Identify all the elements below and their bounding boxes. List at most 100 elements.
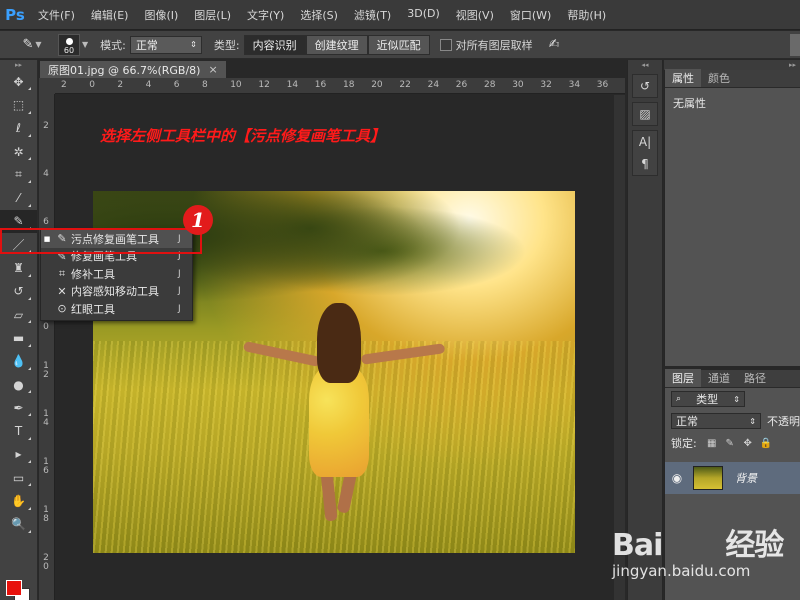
brush-picker-arrow-icon[interactable]: ▼ <box>82 40 88 49</box>
horizontal-ruler[interactable]: 2 0 2 4 6 8 10 12 14 16 18 20 22 24 26 28 30 32 34 36 <box>55 78 625 94</box>
layers-tabs: 图层 通道 路径 <box>665 369 800 388</box>
spot-healing-icon: ✎ <box>13 214 24 229</box>
layer-filter-select[interactable]: ⌕ 类型 ⇕ <box>671 391 745 407</box>
panel-tab[interactable]: 图层 <box>665 369 701 387</box>
brush-picker[interactable]: 60 <box>58 33 80 56</box>
flyout-item-shortcut: J <box>178 268 181 279</box>
lock-position-icon[interactable]: ✥ <box>739 438 757 449</box>
select-arrows-icon: ⇕ <box>190 40 197 49</box>
menu-item[interactable]: 图像(I) <box>136 7 186 23</box>
move-tool[interactable]: ✥ <box>0 70 37 93</box>
menu-item[interactable]: 编辑(E) <box>83 7 137 23</box>
ruler-v-label: 16 <box>42 458 50 476</box>
ruler-v-digit: 4 <box>43 169 49 179</box>
lock-paint-icon[interactable]: ✎ <box>721 438 739 449</box>
search-icon: ⌕ <box>676 394 682 404</box>
ruler-v-label: 18 <box>42 506 50 524</box>
type-button[interactable]: 内容识别 <box>243 34 306 55</box>
panel-tab[interactable]: 路径 <box>737 369 773 387</box>
tools-panel: ▸▸ ✥ ⬚ ℓ ✲ ⌗ ⁄ ✎ ／ ♜ ↺ ▱ ▬ 💧 ● ✒ T ▸ ▭ ✋ 🔍 <box>0 60 38 600</box>
layer-filter-value: 类型 <box>696 393 719 406</box>
lasso-tool[interactable]: ℓ <box>0 117 37 140</box>
workspace-switcher[interactable] <box>790 34 800 56</box>
eraser-tool[interactable]: ▱ <box>0 303 37 326</box>
close-icon[interactable]: × <box>208 63 217 76</box>
ruler-h-label: 28 <box>484 80 496 90</box>
tool-group-corner-icon <box>28 110 31 114</box>
magic-wand-tool[interactable]: ✲ <box>0 140 37 163</box>
foreground-color-swatch[interactable] <box>6 580 22 596</box>
type-button[interactable]: 近似匹配 <box>367 34 430 55</box>
ruler-v-digit: 2 <box>43 121 49 131</box>
gradient-tool[interactable]: ▬ <box>0 326 37 349</box>
ruler-v-label: 20 <box>42 554 50 572</box>
panel-tab[interactable]: 颜色 <box>701 69 737 87</box>
layer-row-background[interactable]: ◉ 背景 <box>665 462 800 494</box>
flyout-item-shortcut: J <box>178 303 181 314</box>
menu-item[interactable]: 帮助(H) <box>559 7 614 23</box>
panel-tab[interactable]: 通道 <box>701 369 737 387</box>
dodge-tool[interactable]: ● <box>0 373 37 396</box>
menu-item[interactable]: 文字(Y) <box>239 7 292 23</box>
menu-item[interactable]: 文件(F) <box>30 7 83 23</box>
shape-tool[interactable]: ▭ <box>0 466 37 489</box>
hand-tool[interactable]: ✋ <box>0 489 37 512</box>
panel-grip-icon[interactable]: ▸▸ <box>0 60 37 70</box>
tool-group-corner-icon <box>28 413 31 417</box>
flyout-item[interactable]: ⌗ 修补工具 J <box>41 265 192 283</box>
menu-item[interactable]: 选择(S) <box>292 7 346 23</box>
menu-item[interactable]: 3D(D) <box>399 7 448 23</box>
pressure-size-icon[interactable]: ✍ <box>549 37 560 52</box>
type-buttons: 内容识别 创建纹理 近似匹配 <box>243 34 430 55</box>
patch-icon: ⌗ <box>58 266 66 280</box>
ruler-h-label: 32 <box>540 80 552 90</box>
type-button[interactable]: 创建纹理 <box>305 34 368 55</box>
zoom-tool[interactable]: 🔍 <box>0 513 37 536</box>
blur-tool[interactable]: 💧 <box>0 350 37 373</box>
marquee-tool[interactable]: ⬚ <box>0 93 37 116</box>
ruler-h-label: 8 <box>202 80 208 90</box>
ruler-h-label: 34 <box>568 80 581 90</box>
type-tool[interactable]: T <box>0 419 37 442</box>
ruler-h-label: 20 <box>371 80 383 90</box>
move-icon: ✥ <box>13 74 24 89</box>
document-tab[interactable]: 原图01.jpg @ 66.7%(RGB/8) × <box>40 61 226 78</box>
properties-body: 无属性 <box>673 97 706 110</box>
panel-tab[interactable]: 属性 <box>665 69 701 87</box>
path-selection-tool[interactable]: ▸ <box>0 443 37 466</box>
tool-preset-picker[interactable]: ✎ ▼ <box>20 34 44 56</box>
lock-all-icon[interactable]: 🔒 <box>757 438 775 449</box>
menu-item[interactable]: 窗口(W) <box>502 7 559 23</box>
menu-item[interactable]: 图层(L) <box>186 7 239 23</box>
eyedropper-tool[interactable]: ⁄ <box>0 186 37 209</box>
hand-icon: ✋ <box>11 493 26 508</box>
mode-select[interactable]: 正常 ⇕ <box>129 35 202 54</box>
lock-transparent-icon[interactable]: ▦ <box>703 438 721 449</box>
paragraph-icon[interactable]: ¶ <box>633 153 657 175</box>
watermark-url: jingyan.baidu.com <box>612 562 751 580</box>
ruler-corner[interactable] <box>39 78 55 94</box>
vertical-ruler[interactable]: 2468101214161820 <box>39 94 55 600</box>
sample-all-checkbox[interactable] <box>439 38 452 51</box>
dock-grip-icon[interactable]: ◂◂ <box>628 60 662 70</box>
ruler-h-label: 24 <box>427 80 440 90</box>
watermark-logo: Bai 经验 <box>612 520 784 564</box>
type-label: 类型: <box>213 38 240 52</box>
spot-healing-icon: ✎ <box>22 37 34 52</box>
brush-presets-icon[interactable]: ▨ <box>633 103 657 125</box>
crop-tool[interactable]: ⌗ <box>0 163 37 186</box>
dock-group-type: A| ¶ <box>632 130 658 176</box>
history-brush-tool[interactable]: ↺ <box>0 280 37 303</box>
history-icon[interactable]: ↺ <box>633 75 657 97</box>
flyout-item[interactable]: ✕ 内容感知移动工具 J <box>41 283 192 301</box>
menu-item[interactable]: 视图(V) <box>448 7 502 23</box>
tool-group-corner-icon <box>28 133 31 137</box>
shape-icon: ▭ <box>12 470 25 485</box>
menu-item[interactable]: 滤镜(T) <box>346 7 399 23</box>
flyout-item[interactable]: ⊙ 红眼工具 J <box>41 300 192 318</box>
pen-tool[interactable]: ✒ <box>0 396 37 419</box>
eye-icon[interactable]: ◉ <box>665 471 689 485</box>
clone-stamp-tool[interactable]: ♜ <box>0 256 37 279</box>
blend-mode-select[interactable]: 正常 ⇕ <box>671 413 761 429</box>
character-icon[interactable]: A| <box>633 131 657 153</box>
